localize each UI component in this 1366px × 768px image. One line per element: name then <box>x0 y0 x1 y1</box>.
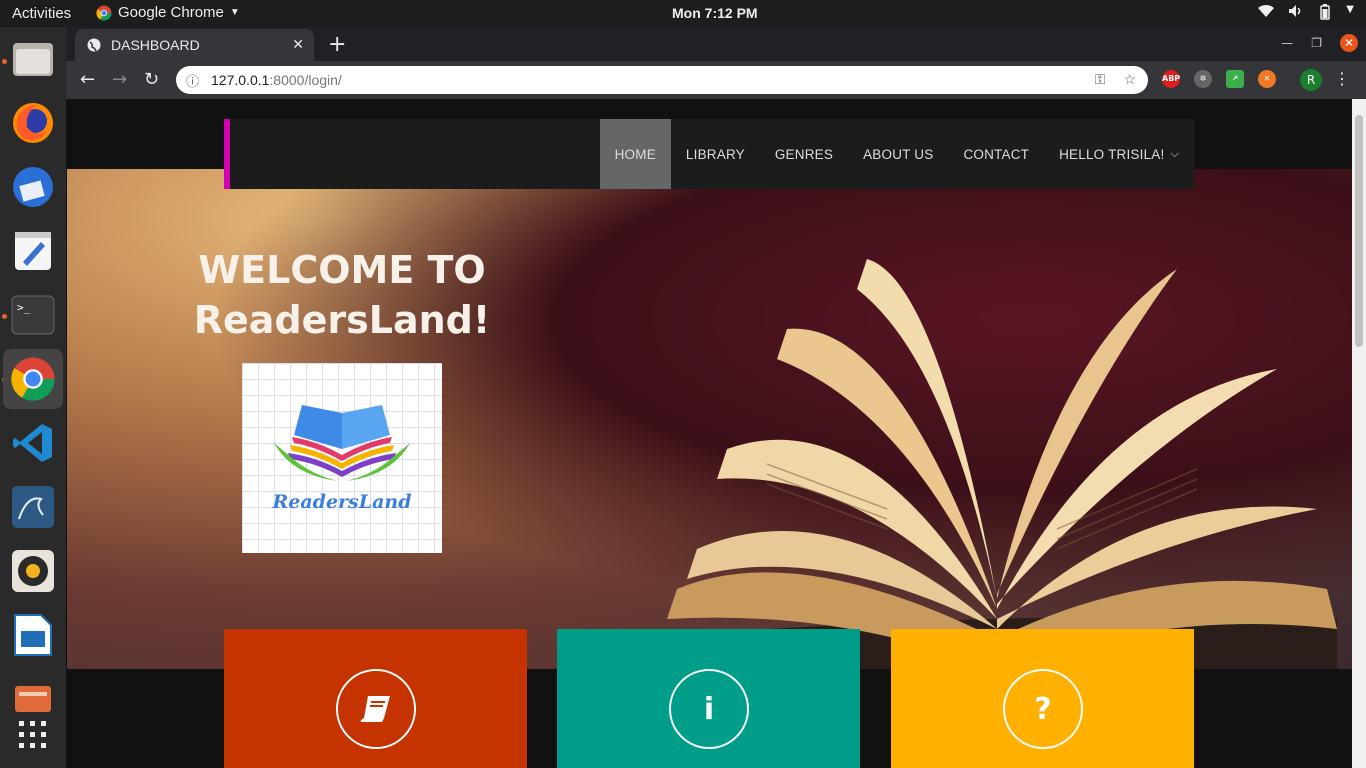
welcome-heading: WELCOME TO ReadersLand! <box>177 245 507 345</box>
web-page: HOME LIBRARY GENRES ABOUT US CONTACT HEL… <box>67 99 1352 768</box>
vscode-app-icon[interactable] <box>9 419 57 467</box>
address-bar[interactable]: ⓘ 127.0.0.1:8000/login/ ⚿ ☆ <box>176 66 1148 94</box>
browser-toolbar: ← → ↻ ⓘ 127.0.0.1:8000/login/ ⚿ ☆ ABP ✲ … <box>66 61 1366 99</box>
battery-icon <box>1318 4 1332 24</box>
open-book-image <box>637 259 1337 669</box>
url-host: 127.0.0.1 <box>211 72 270 88</box>
site-navbar: HOME LIBRARY GENRES ABOUT US CONTACT HEL… <box>224 119 1194 189</box>
tab-close-icon[interactable]: ✕ <box>292 37 304 53</box>
feature-card-library[interactable] <box>224 629 527 768</box>
new-tab-button[interactable]: + <box>328 32 346 57</box>
activities-button[interactable]: Activities <box>12 5 71 22</box>
window-controls: — ❐ ✕ <box>1281 34 1358 52</box>
question-icon: ? <box>1003 669 1083 749</box>
welcome-line-1: WELCOME TO <box>198 248 486 292</box>
system-menu-arrow-icon: ▼ <box>1346 4 1354 15</box>
bookmark-star-icon[interactable]: ☆ <box>1123 71 1136 88</box>
readersland-logo: ReadersLand <box>242 363 442 553</box>
profile-avatar[interactable]: R <box>1300 69 1322 91</box>
page-scrollbar[interactable] <box>1352 99 1366 768</box>
system-tray[interactable]: ▼ <box>1258 4 1354 24</box>
nav-user-dropdown[interactable]: HELLO TRISILA! ⌵ <box>1044 119 1194 189</box>
libreoffice-impress-app-icon[interactable] <box>9 611 57 659</box>
reload-button[interactable]: ↻ <box>144 69 159 90</box>
feature-card-help[interactable]: ? <box>891 629 1194 768</box>
tab-dashboard[interactable]: DASHBOARD ✕ <box>75 29 314 61</box>
rhythmbox-app-icon[interactable] <box>9 547 57 595</box>
book-icon <box>336 669 416 749</box>
chevron-down-icon: ⌵ <box>1170 147 1179 160</box>
adblock-extension-icon[interactable]: ABP <box>1162 70 1180 88</box>
tab-title: DASHBOARD <box>111 37 200 53</box>
chrome-icon <box>96 5 112 21</box>
nav-contact[interactable]: CONTACT <box>948 119 1044 189</box>
running-indicator <box>2 314 7 319</box>
chart-extension-icon[interactable]: ↗ <box>1226 70 1244 88</box>
key-icon[interactable]: ⚿ <box>1095 71 1106 88</box>
maximize-icon[interactable]: ❐ <box>1311 36 1322 50</box>
show-applications-icon[interactable] <box>9 711 57 759</box>
site-info-icon[interactable]: ⓘ <box>186 71 199 90</box>
thunderbird-app-icon[interactable] <box>9 163 57 211</box>
nav-genres[interactable]: GENRES <box>760 119 848 189</box>
globe-icon <box>87 38 101 52</box>
user-greeting: HELLO TRISILA! <box>1059 146 1165 162</box>
running-indicator <box>2 59 7 64</box>
dropdown-arrow-icon: ▼ <box>229 7 240 18</box>
book-hands-logo-icon <box>274 405 410 481</box>
back-button[interactable]: ← <box>80 69 95 90</box>
forward-button[interactable]: → <box>112 69 127 90</box>
scrollbar-thumb[interactable] <box>1355 115 1363 347</box>
close-window-icon[interactable]: ✕ <box>1340 34 1358 52</box>
nav-about-us[interactable]: ABOUT US <box>848 119 948 189</box>
svg-text:>_: >_ <box>17 301 31 314</box>
nav-library[interactable]: LIBRARY <box>671 119 760 189</box>
chrome-menu-icon[interactable]: ⋮ <box>1334 69 1350 88</box>
dock: >_ <box>0 27 66 768</box>
clock[interactable]: Mon 7:12 PM <box>672 5 758 21</box>
firefox-app-icon[interactable] <box>9 99 57 147</box>
feature-card-info[interactable]: i <box>557 629 860 768</box>
text-editor-app-icon[interactable] <box>9 227 57 275</box>
main-menu: HOME LIBRARY GENRES ABOUT US CONTACT HEL… <box>599 119 1194 189</box>
logo-text: ReadersLand <box>272 491 412 513</box>
terminal-app-icon[interactable]: >_ <box>9 291 57 339</box>
info-icon: i <box>669 669 749 749</box>
files-app-icon[interactable] <box>9 35 57 83</box>
mysql-workbench-app-icon[interactable] <box>9 483 57 531</box>
nav-home[interactable]: HOME <box>599 119 671 189</box>
orange-extension-icon[interactable]: ✕ <box>1258 70 1276 88</box>
app-menu-label: Google Chrome <box>118 4 224 21</box>
chrome-app-icon[interactable] <box>3 349 63 409</box>
url-path: :8000/login/ <box>269 72 342 88</box>
volume-icon <box>1288 4 1304 24</box>
app-menu[interactable]: Google Chrome ▼ <box>96 4 240 21</box>
welcome-line-2: ReadersLand! <box>193 298 491 342</box>
system-top-bar: Activities Google Chrome ▼ Mon 7:12 PM ▼ <box>0 0 1366 27</box>
minimize-icon[interactable]: — <box>1281 36 1293 50</box>
wifi-icon <box>1258 4 1275 24</box>
bug-extension-icon[interactable]: ✲ <box>1194 70 1212 88</box>
browser-tab-strip: DASHBOARD ✕ + — ❐ ✕ <box>66 27 1366 61</box>
